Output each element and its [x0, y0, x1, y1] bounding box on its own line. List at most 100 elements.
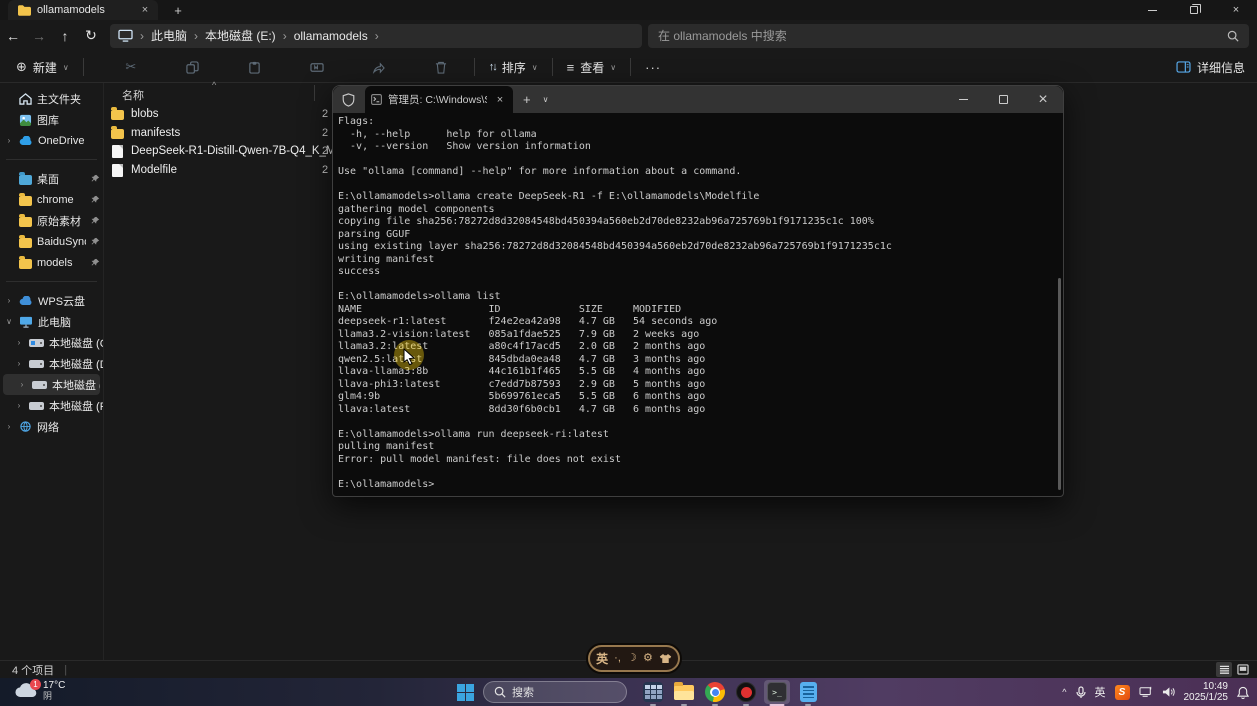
- terminal-tab-close-icon[interactable]: ×: [493, 94, 507, 106]
- copy-button[interactable]: [178, 54, 208, 80]
- chevron-right-icon[interactable]: ›: [17, 380, 27, 389]
- ime-punctuation-icon[interactable]: ·,: [614, 653, 621, 664]
- gallery-icon: [19, 114, 32, 126]
- view-label: 查看: [580, 59, 604, 76]
- terminal-maximize-button[interactable]: [983, 86, 1023, 113]
- network-icon: [19, 421, 32, 433]
- terminal-new-tab-button[interactable]: +: [523, 92, 531, 107]
- ime-language-mode[interactable]: 英: [596, 653, 608, 665]
- cast-display-icon[interactable]: [1139, 686, 1153, 698]
- sort-button[interactable]: ↑↓ 排序 ∨: [481, 54, 546, 80]
- toolbar-separator: [83, 58, 84, 76]
- view-icon: ≡: [567, 60, 575, 75]
- chrome-button[interactable]: [702, 680, 728, 704]
- new-button[interactable]: ⊕ 新建 ∨: [8, 54, 77, 80]
- sidebar-item-onedrive[interactable]: › OneDrive: [0, 130, 103, 151]
- chevron-down-icon[interactable]: ∨: [4, 317, 14, 326]
- more-button[interactable]: ···: [637, 54, 669, 80]
- up-button[interactable]: ↑: [52, 24, 78, 48]
- sidebar-item-gallery[interactable]: 图库: [0, 109, 103, 130]
- sidebar-item-this-pc[interactable]: ∨ 此电脑: [0, 311, 103, 332]
- new-tab-button[interactable]: +: [166, 0, 190, 20]
- notepad-app-button[interactable]: [795, 680, 821, 704]
- rename-button[interactable]: [302, 54, 332, 80]
- large-icons-view-button[interactable]: [1235, 662, 1251, 677]
- speaker-icon[interactable]: [1162, 686, 1175, 698]
- details-pane-button[interactable]: 详细信息: [1176, 59, 1245, 76]
- recorder-app-button[interactable]: [733, 680, 759, 704]
- terminal-body[interactable]: Flags: -h, --help help for ollama -v, --…: [333, 113, 1063, 497]
- terminal-tab-dropdown-icon[interactable]: ∨: [543, 95, 549, 104]
- system-tray: ^ 英 S 10:49 2025/1/25: [1062, 678, 1249, 706]
- terminal-minimize-button[interactable]: [943, 86, 983, 113]
- chevron-right-icon[interactable]: ›: [4, 136, 14, 145]
- sidebar-item-drive-f[interactable]: › 本地磁盘 (F:): [0, 395, 103, 416]
- sidebar-item-baidusyncdisk[interactable]: BaiduSyncdisk: [0, 231, 103, 252]
- chevron-right-icon[interactable]: ›: [14, 338, 24, 347]
- breadcrumb-item-drive-e[interactable]: 本地磁盘 (E:): [205, 27, 276, 44]
- sidebar-item-drive-e[interactable]: › 本地磁盘 (E:): [3, 374, 100, 395]
- sidebar-item-wps-cloud[interactable]: › WPS云盘: [0, 290, 103, 311]
- file-explorer-button[interactable]: [671, 680, 697, 704]
- cut-button[interactable]: ✂: [116, 54, 146, 80]
- microphone-icon[interactable]: [1076, 686, 1086, 699]
- taskbar-clock[interactable]: 10:49 2025/1/25: [1184, 681, 1229, 703]
- terminal-titlebar[interactable]: 管理员: C:\Windows\System32 × + ∨ ×: [333, 86, 1063, 113]
- chevron-right-icon[interactable]: ›: [14, 359, 24, 368]
- ime-toolbar[interactable]: 英 ·, ☽ ⚙: [588, 645, 680, 672]
- delete-button[interactable]: [426, 54, 456, 80]
- view-button[interactable]: ≡ 查看 ∨: [559, 54, 624, 80]
- sidebar-item-network[interactable]: › 网络: [0, 416, 103, 437]
- column-divider[interactable]: [314, 85, 315, 101]
- close-button[interactable]: ×: [1215, 0, 1257, 20]
- weather-widget[interactable]: 1 17°C 阴: [14, 680, 65, 702]
- chevron-right-icon[interactable]: ›: [4, 296, 14, 305]
- file-icon: [112, 164, 123, 177]
- terminal-tab[interactable]: 管理员: C:\Windows\System32 ×: [365, 86, 513, 113]
- taskbar-search[interactable]: 搜索: [483, 681, 627, 703]
- sidebar-item-desktop[interactable]: 桌面: [0, 168, 103, 189]
- sidebar-item-drive-c[interactable]: › 本地磁盘 (C:): [0, 332, 103, 353]
- sidebar-item-home[interactable]: 主文件夹: [0, 88, 103, 109]
- share-button[interactable]: [364, 54, 394, 80]
- chrome-icon: [705, 682, 725, 702]
- toolbar-separator: [552, 58, 553, 76]
- column-header-name[interactable]: 名称: [122, 87, 144, 103]
- sidebar-item-drive-d[interactable]: › 本地磁盘 (D:): [0, 353, 103, 374]
- restore-button[interactable]: [1173, 0, 1215, 20]
- terminal-taskbar-button[interactable]: >_: [764, 680, 790, 704]
- terminal-icon: >_: [767, 682, 787, 702]
- explorer-navbar: ← → ↑ ↻ › 此电脑 › 本地磁盘 (E:) › ollamamodels…: [0, 20, 1257, 51]
- breadcrumb-item-this-pc[interactable]: 此电脑: [151, 27, 187, 44]
- paste-button[interactable]: [240, 54, 270, 80]
- gear-icon[interactable]: ⚙: [643, 653, 653, 664]
- refresh-button[interactable]: ↻: [78, 24, 104, 48]
- terminal-output[interactable]: Flags: -h, --help help for ollama -v, --…: [333, 113, 1063, 491]
- skin-shirt-icon[interactable]: [659, 653, 672, 664]
- breadcrumb-chevron-icon: ›: [375, 29, 379, 43]
- sidebar-item-raw-material[interactable]: 原始素材: [0, 210, 103, 231]
- breadcrumb-item-ollamamodels[interactable]: ollamamodels: [294, 29, 368, 43]
- hidden-icons-chevron[interactable]: ^: [1062, 687, 1066, 697]
- explorer-tab[interactable]: ollamamodels ×: [8, 0, 158, 20]
- start-button[interactable]: [452, 680, 478, 704]
- sidebar-item-chrome[interactable]: chrome: [0, 189, 103, 210]
- terminal-scrollbar[interactable]: [1058, 278, 1061, 490]
- chevron-right-icon[interactable]: ›: [14, 401, 24, 410]
- minimize-button[interactable]: [1131, 0, 1173, 20]
- search-input[interactable]: 在 ollamamodels 中搜索: [648, 24, 1249, 48]
- breadcrumb[interactable]: › 此电脑 › 本地磁盘 (E:) › ollamamodels ›: [110, 24, 642, 48]
- notification-bell-icon[interactable]: [1237, 686, 1249, 699]
- forward-button[interactable]: →: [26, 24, 52, 48]
- ime-indicator[interactable]: 英: [1095, 684, 1106, 700]
- tab-close-icon[interactable]: ×: [138, 4, 152, 16]
- sogou-input-icon[interactable]: S: [1115, 685, 1130, 700]
- chevron-right-icon[interactable]: ›: [4, 422, 14, 431]
- sidebar-item-models[interactable]: models: [0, 252, 103, 273]
- moon-icon[interactable]: ☽: [627, 653, 637, 664]
- calculator-app-button[interactable]: [640, 680, 666, 704]
- terminal-close-button[interactable]: ×: [1023, 86, 1063, 113]
- details-view-button[interactable]: [1216, 662, 1232, 677]
- back-button[interactable]: ←: [0, 24, 26, 48]
- drive-icon: [32, 381, 47, 389]
